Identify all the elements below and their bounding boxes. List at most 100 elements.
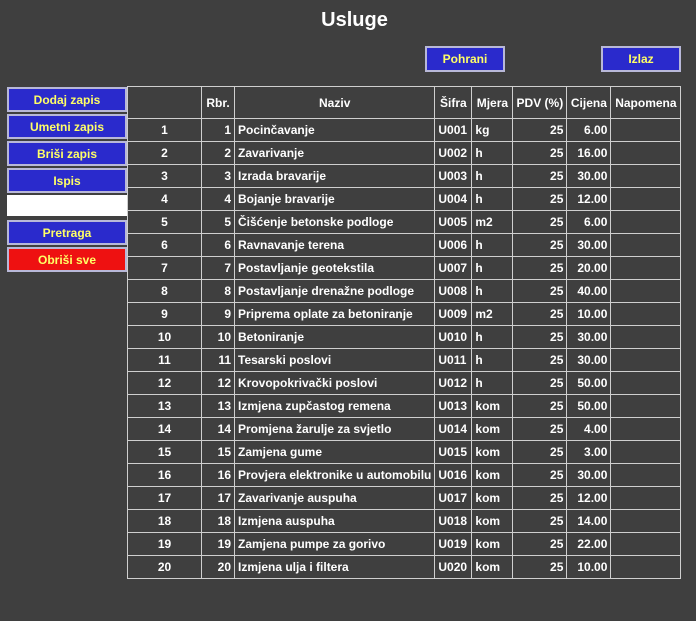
cijena-cell[interactable]: 12.00 bbox=[566, 187, 612, 211]
sifra-cell[interactable]: U004 bbox=[434, 187, 473, 211]
rbr-cell[interactable]: 20 bbox=[201, 555, 235, 579]
table-row[interactable]: 14 14 Promjena žarulje za svjetlo U014 kom 25… bbox=[127, 417, 682, 441]
cijena-cell[interactable]: 14.00 bbox=[566, 509, 612, 533]
cijena-cell[interactable]: 22.00 bbox=[566, 532, 612, 556]
naziv-cell[interactable]: Provjera elektronike u automobilu bbox=[233, 463, 436, 487]
col-header-pdv[interactable]: PDV (%) bbox=[512, 86, 568, 119]
insert-record-button[interactable]: Umetni zapis bbox=[7, 114, 127, 139]
table-row[interactable]: 2 2 Zavarivanje U002 h 25 16.00 bbox=[127, 141, 682, 165]
cijena-cell[interactable]: 30.00 bbox=[566, 348, 612, 372]
sifra-cell[interactable]: U014 bbox=[434, 417, 473, 441]
pdv-cell[interactable]: 25 bbox=[512, 118, 568, 142]
search-button[interactable]: Pretraga bbox=[7, 220, 127, 245]
cijena-cell[interactable]: 40.00 bbox=[566, 279, 612, 303]
table-row[interactable]: 8 8 Postavljanje drenažne podloge U008 h 25 40… bbox=[127, 279, 682, 303]
rbr-cell[interactable]: 12 bbox=[201, 371, 235, 395]
table-row[interactable]: 6 6 Ravnavanje terena U006 h 25 30.00 bbox=[127, 233, 682, 257]
mjera-cell[interactable]: h bbox=[471, 164, 514, 188]
cijena-cell[interactable]: 10.00 bbox=[566, 555, 612, 579]
mjera-cell[interactable]: kom bbox=[471, 486, 514, 510]
cijena-cell[interactable]: 3.00 bbox=[566, 440, 612, 464]
napomena-cell[interactable] bbox=[610, 555, 682, 579]
pdv-cell[interactable]: 25 bbox=[512, 279, 568, 303]
row-index-cell[interactable]: 14 bbox=[127, 417, 202, 441]
mjera-cell[interactable]: h bbox=[471, 233, 514, 257]
col-header-rbr[interactable]: Rbr. bbox=[201, 86, 235, 119]
cijena-cell[interactable]: 30.00 bbox=[566, 325, 612, 349]
search-input[interactable] bbox=[7, 195, 127, 216]
napomena-cell[interactable] bbox=[610, 141, 682, 165]
pdv-cell[interactable]: 25 bbox=[512, 440, 568, 464]
mjera-cell[interactable]: m2 bbox=[471, 302, 514, 326]
cijena-cell[interactable]: 6.00 bbox=[566, 210, 612, 234]
sifra-cell[interactable]: U002 bbox=[434, 141, 473, 165]
cijena-cell[interactable]: 30.00 bbox=[566, 164, 612, 188]
napomena-cell[interactable] bbox=[610, 233, 682, 257]
naziv-cell[interactable]: Postavljanje geotekstila bbox=[233, 256, 436, 280]
table-row[interactable]: 10 10 Betoniranje U010 h 25 30.00 bbox=[127, 325, 682, 349]
rbr-cell[interactable]: 5 bbox=[201, 210, 235, 234]
sifra-cell[interactable]: U017 bbox=[434, 486, 473, 510]
table-row[interactable]: 12 12 Krovopokrivački poslovi U012 h 25 50.00 bbox=[127, 371, 682, 395]
rbr-cell[interactable]: 1 bbox=[201, 118, 235, 142]
table-row[interactable]: 18 18 Izmjena auspuha U018 kom 25 14.00 bbox=[127, 509, 682, 533]
sifra-cell[interactable]: U013 bbox=[434, 394, 473, 418]
naziv-cell[interactable]: Ravnavanje terena bbox=[233, 233, 436, 257]
mjera-cell[interactable]: h bbox=[471, 279, 514, 303]
sifra-cell[interactable]: U010 bbox=[434, 325, 473, 349]
mjera-cell[interactable]: kom bbox=[471, 440, 514, 464]
pdv-cell[interactable]: 25 bbox=[512, 302, 568, 326]
napomena-cell[interactable] bbox=[610, 371, 682, 395]
row-index-cell[interactable]: 19 bbox=[127, 532, 202, 556]
pdv-cell[interactable]: 25 bbox=[512, 532, 568, 556]
row-index-cell[interactable]: 1 bbox=[127, 118, 202, 142]
naziv-cell[interactable]: Postavljanje drenažne podloge bbox=[233, 279, 436, 303]
row-index-cell[interactable]: 5 bbox=[127, 210, 202, 234]
sifra-cell[interactable]: U009 bbox=[434, 302, 473, 326]
row-index-cell[interactable]: 16 bbox=[127, 463, 202, 487]
pdv-cell[interactable]: 25 bbox=[512, 417, 568, 441]
mjera-cell[interactable]: h bbox=[471, 256, 514, 280]
mjera-cell[interactable]: kom bbox=[471, 532, 514, 556]
row-index-cell[interactable]: 2 bbox=[127, 141, 202, 165]
rbr-cell[interactable]: 16 bbox=[201, 463, 235, 487]
mjera-cell[interactable]: h bbox=[471, 371, 514, 395]
napomena-cell[interactable] bbox=[610, 279, 682, 303]
mjera-cell[interactable]: h bbox=[471, 348, 514, 372]
naziv-cell[interactable]: Betoniranje bbox=[233, 325, 436, 349]
row-index-cell[interactable]: 10 bbox=[127, 325, 202, 349]
row-index-cell[interactable]: 11 bbox=[127, 348, 202, 372]
pdv-cell[interactable]: 25 bbox=[512, 141, 568, 165]
naziv-cell[interactable]: Promjena žarulje za svjetlo bbox=[233, 417, 436, 441]
naziv-cell[interactable]: Zamjena pumpe za gorivo bbox=[233, 532, 436, 556]
napomena-cell[interactable] bbox=[610, 187, 682, 211]
rbr-cell[interactable]: 18 bbox=[201, 509, 235, 533]
rbr-cell[interactable]: 2 bbox=[201, 141, 235, 165]
naziv-cell[interactable]: Tesarski poslovi bbox=[233, 348, 436, 372]
mjera-cell[interactable]: kom bbox=[471, 509, 514, 533]
row-index-cell[interactable]: 4 bbox=[127, 187, 202, 211]
row-index-cell[interactable]: 17 bbox=[127, 486, 202, 510]
cijena-cell[interactable]: 4.00 bbox=[566, 417, 612, 441]
naziv-cell[interactable]: Priprema oplate za betoniranje bbox=[233, 302, 436, 326]
naziv-cell[interactable]: Zamjena gume bbox=[233, 440, 436, 464]
print-button[interactable]: Ispis bbox=[7, 168, 127, 193]
table-row[interactable]: 3 3 Izrada bravarije U003 h 25 30.00 bbox=[127, 164, 682, 188]
save-button[interactable]: Pohrani bbox=[425, 46, 505, 72]
napomena-cell[interactable] bbox=[610, 302, 682, 326]
sifra-cell[interactable]: U015 bbox=[434, 440, 473, 464]
row-index-cell[interactable]: 6 bbox=[127, 233, 202, 257]
row-index-cell[interactable]: 15 bbox=[127, 440, 202, 464]
add-record-button[interactable]: Dodaj zapis bbox=[7, 87, 127, 112]
table-row[interactable]: 4 4 Bojanje bravarije U004 h 25 12.00 bbox=[127, 187, 682, 211]
sifra-cell[interactable]: U020 bbox=[434, 555, 473, 579]
naziv-cell[interactable]: Izrada bravarije bbox=[233, 164, 436, 188]
table-row[interactable]: 9 9 Priprema oplate za betoniranje U009 m2 25… bbox=[127, 302, 682, 326]
exit-button[interactable]: Izlaz bbox=[601, 46, 681, 72]
napomena-cell[interactable] bbox=[610, 417, 682, 441]
naziv-cell[interactable]: Zavarivanje auspuha bbox=[233, 486, 436, 510]
rbr-cell[interactable]: 8 bbox=[201, 279, 235, 303]
pdv-cell[interactable]: 25 bbox=[512, 555, 568, 579]
pdv-cell[interactable]: 25 bbox=[512, 463, 568, 487]
table-row[interactable]: 15 15 Zamjena gume U015 kom 25 3.00 bbox=[127, 440, 682, 464]
